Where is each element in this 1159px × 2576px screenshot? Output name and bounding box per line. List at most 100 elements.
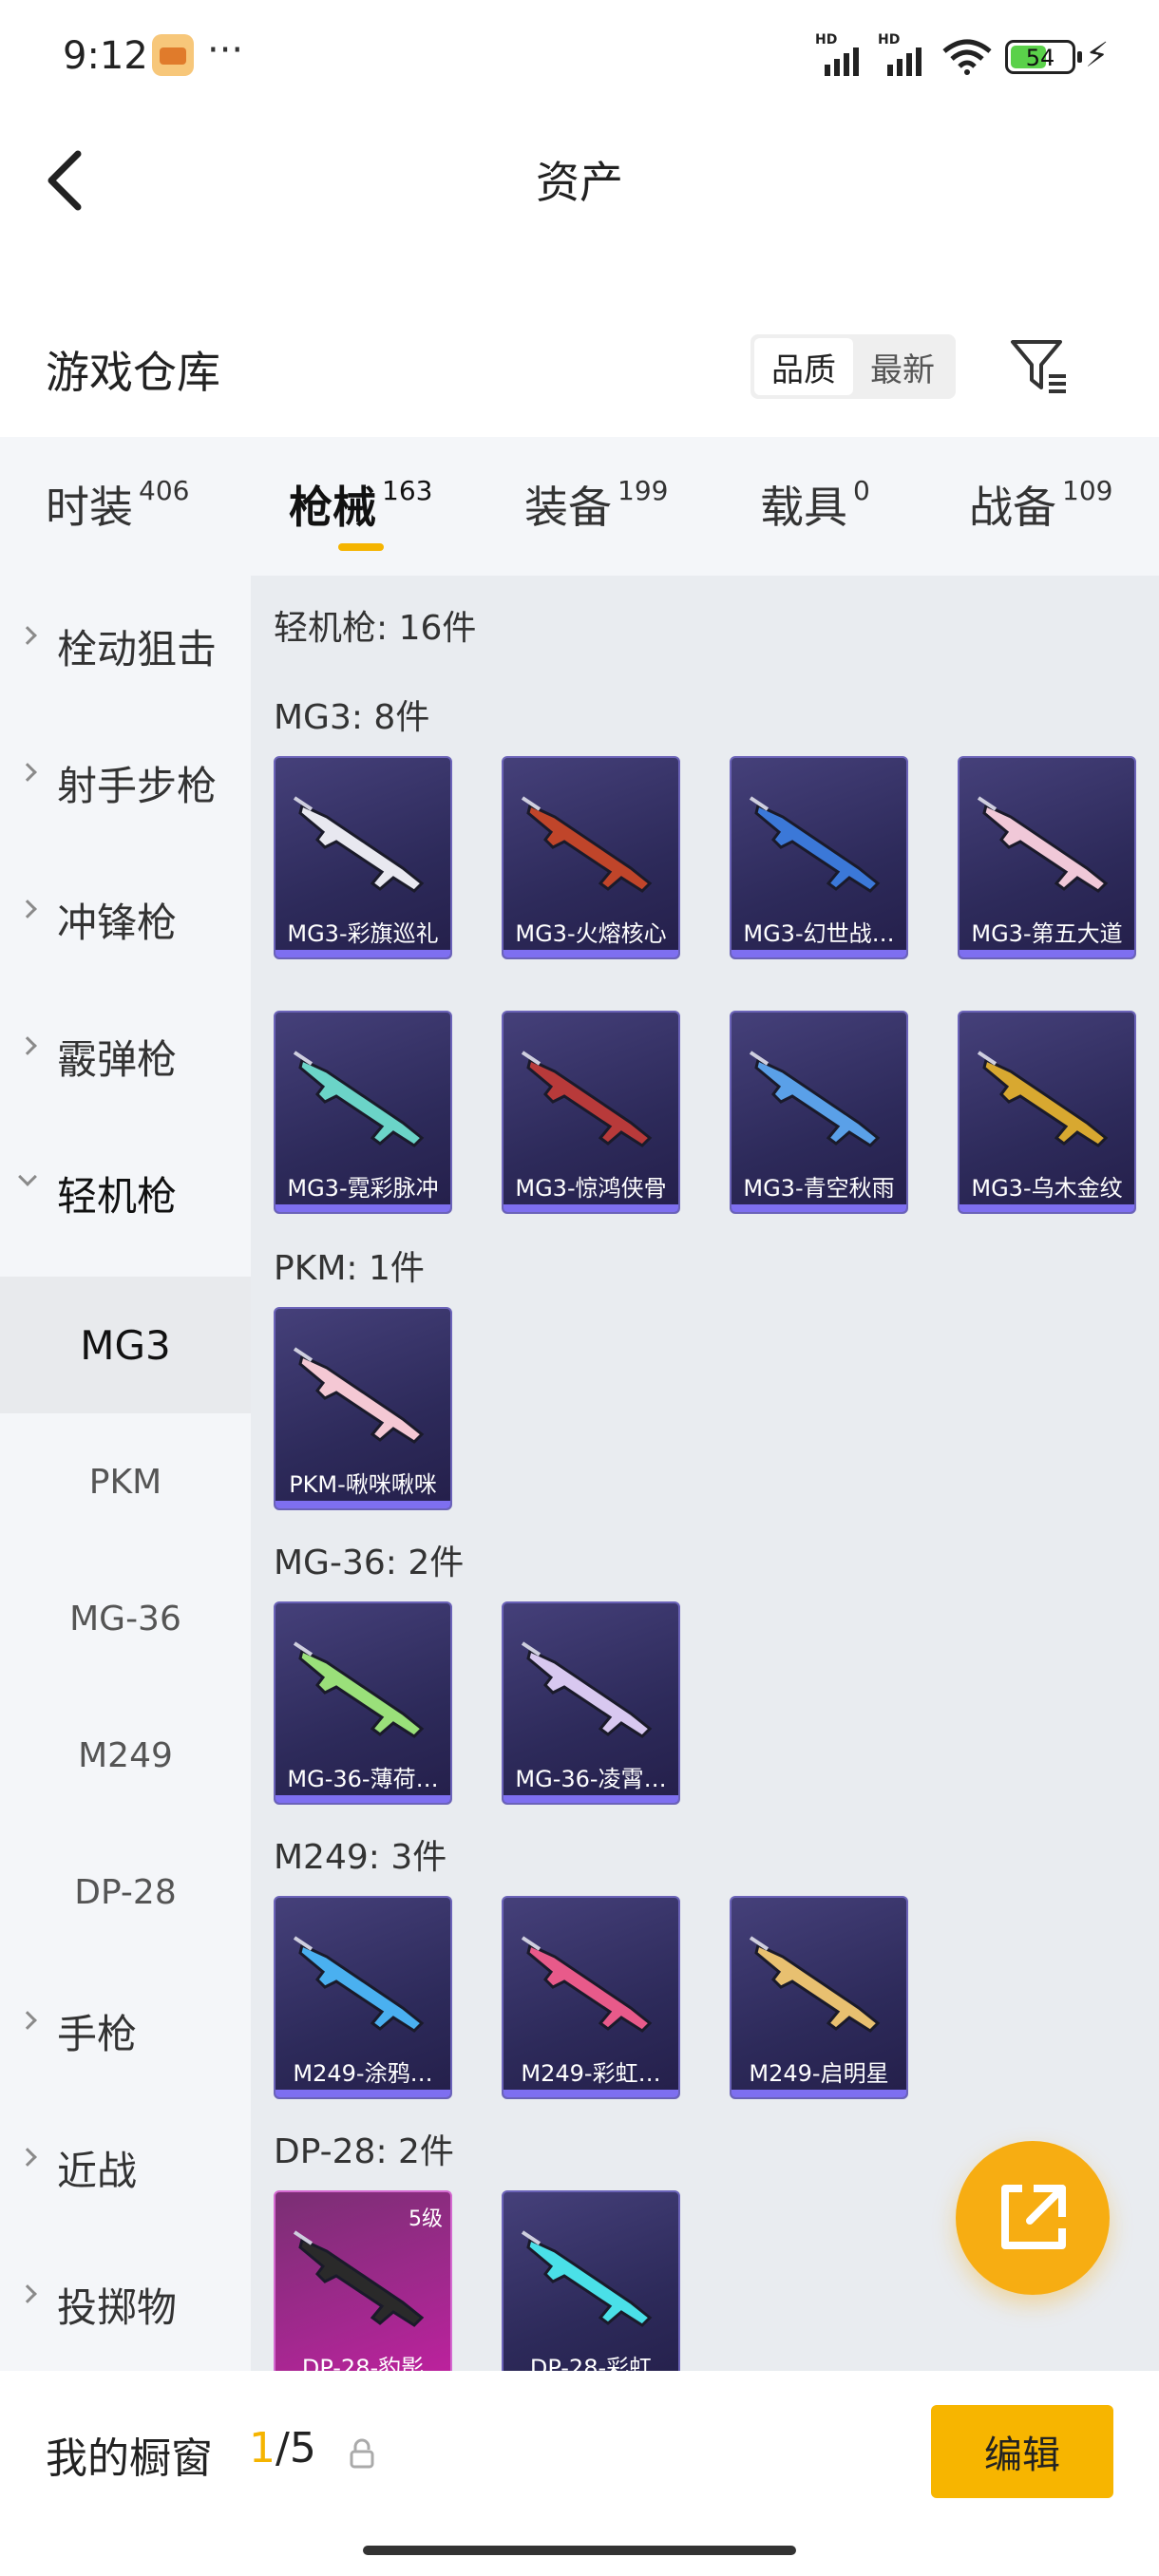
status-more-icon: ··· [207,28,244,72]
weapon-card[interactable]: DP-28-彩虹 [502,2190,680,2371]
chevron-right-icon [18,900,37,919]
weapon-image [521,1936,653,2033]
weapon-image [293,1641,425,1738]
sidebar-subitem-pkm[interactable]: PKM [0,1413,251,1550]
weapon-card[interactable]: MG3-第五大道 [958,756,1136,959]
sidebar-item-melee[interactable]: 近战 [0,2097,251,2234]
status-bar: 9:12 ··· HD HD 54 ⚡ [0,0,1159,114]
weapon-body [526,1942,653,2033]
sidebar-item-bolt-action-sniper[interactable]: 栓动狙击 [0,576,251,712]
wifi-icon [942,39,992,75]
sidebar-item-smg[interactable]: 冲锋枪 [0,849,251,986]
app-notification-icon [152,34,194,76]
weapon-image [977,1051,1109,1147]
signal-icon: HD [815,32,868,76]
weapon-card[interactable]: MG3-火熔核心 [502,756,680,959]
sidebar-subitem-mg3[interactable]: MG3 [0,1277,251,1413]
sidebar-item-marksman-rifle[interactable]: 射手步枪 [0,712,251,849]
weapon-body [298,1057,425,1147]
sidebar-item-label: 栓动狙击 [57,626,218,672]
warehouse-title: 游戏仓库 [46,347,220,398]
weapon-card[interactable]: MG-36-薄荷… [274,1601,452,1805]
weapon-name: MG3-惊鸿侠骨 [515,1175,667,1202]
chevron-right-icon [18,763,37,782]
showcase-label: 我的橱窗 [46,2434,213,2483]
weapon-card[interactable]: MG-36-凌霄… [502,1601,680,1805]
sidebar-item-pistol[interactable]: 手枪 [0,1960,251,2097]
edit-button[interactable]: 编辑 [931,2405,1113,2498]
item-grid: 轻机枪: 16件 MG3: 8件 MG3-彩旗巡礼 MG3-火熔核心 MG3-幻… [251,576,1159,2371]
weapon-image [521,2230,653,2327]
tab-supplies[interactable]: 战备 109 [969,473,1112,536]
weapon-card[interactable]: MG3-惊鸿侠骨 [502,1011,680,1214]
weapon-name: MG3-霓彩脉冲 [287,1175,439,1202]
weapon-name: DP-28-彩虹 [529,2355,653,2371]
weapon-body [754,1942,881,2033]
weapon-name: DP-28-豹影 [301,2355,425,2371]
tab-label: 载具 [760,482,847,533]
level-badge: 5级 [408,2207,443,2231]
tab-fashion[interactable]: 时装 406 [46,473,189,536]
tab-weapons[interactable]: 枪械 163 [289,473,432,536]
sidebar-item-label: 手枪 [57,2011,138,2057]
sidebar-subitem-dp28[interactable]: DP-28 [0,1824,251,1960]
sidebar: 栓动狙击 射手步枪 冲锋枪 霰弹枪 轻机枪 MG3 PKM MG-36 M249… [0,576,251,2371]
filter-button[interactable] [1007,334,1072,399]
sidebar-item-label: 射手步枪 [57,763,218,809]
tab-count: 406 [139,475,190,506]
weapon-name: MG-36-凌霄… [515,1766,667,1792]
weapon-card[interactable]: MG3-霓彩脉冲 [274,1011,452,1214]
tab-count: 109 [1062,475,1113,506]
showcase-current: 1 [249,2424,276,2472]
category-title: 轻机枪: 16件 [274,609,477,648]
weapon-image [749,796,881,893]
sidebar-subitem-m249[interactable]: M249 [0,1687,251,1824]
weapon-name: MG3-火熔核心 [515,920,667,947]
weapon-name: MG3-第五大道 [971,920,1123,947]
weapon-body [982,803,1109,893]
chevron-down-icon [18,1167,37,1186]
sidebar-item-throwables[interactable]: 投掷物 [0,2234,251,2371]
signal-hd-label: HD [815,32,838,47]
weapon-card[interactable]: MG3-彩旗巡礼 [274,756,452,959]
signal-icon-2: HD [878,32,931,76]
page-title: 资产 [536,157,623,208]
weapon-card[interactable]: PKM-啾咪啾咪 [274,1307,452,1510]
sort-quality-button[interactable]: 品质 [754,338,853,395]
weapon-body [754,1057,881,1147]
weapon-card[interactable]: 5级 DP-28-豹影 [274,2190,452,2371]
weapon-name: M249-启明星 [749,2060,889,2087]
share-icon [1001,2185,1066,2249]
weapon-name: PKM-啾咪啾咪 [289,1471,437,1498]
weapon-card[interactable]: M249-涂鸦… [274,1896,452,2099]
sidebar-subitem-mg36[interactable]: MG-36 [0,1550,251,1687]
showcase-count: 1/5 [249,2424,316,2472]
tab-vehicles[interactable]: 载具 0 [760,473,870,536]
weapon-card[interactable]: MG3-幻世战… [730,756,908,959]
sidebar-item-lmg[interactable]: 轻机枪 [0,1123,251,1260]
group-title: MG3: 8件 [274,698,430,737]
group-title: PKM: 1件 [274,1249,425,1288]
share-button[interactable] [956,2141,1110,2295]
weapon-name: MG3-乌木金纹 [971,1175,1123,1202]
battery-level: 54 [1025,45,1055,71]
sort-newest-button[interactable]: 最新 [853,338,952,395]
weapon-image [293,796,425,893]
weapon-image [293,1936,425,2033]
weapon-card[interactable]: M249-启明星 [730,1896,908,2099]
weapon-body [298,1942,425,2033]
weapon-body [298,1354,425,1444]
weapon-card[interactable]: MG3-乌木金纹 [958,1011,1136,1214]
group-title: MG-36: 2件 [274,1544,465,1582]
signal-hd-label-2: HD [878,32,901,47]
weapon-name: M249-涂鸦… [293,2060,433,2087]
sidebar-item-shotgun[interactable]: 霰弹枪 [0,986,251,1123]
tab-label: 装备 [524,482,612,533]
weapon-name: MG-36-薄荷… [287,1766,439,1792]
tab-count: 199 [618,475,669,506]
weapon-card[interactable]: MG3-青空秋雨 [730,1011,908,1214]
chevron-right-icon [18,2148,37,2167]
tab-equipment[interactable]: 装备 199 [524,473,668,536]
tab-count: 0 [853,475,870,506]
weapon-card[interactable]: M249-彩虹… [502,1896,680,2099]
